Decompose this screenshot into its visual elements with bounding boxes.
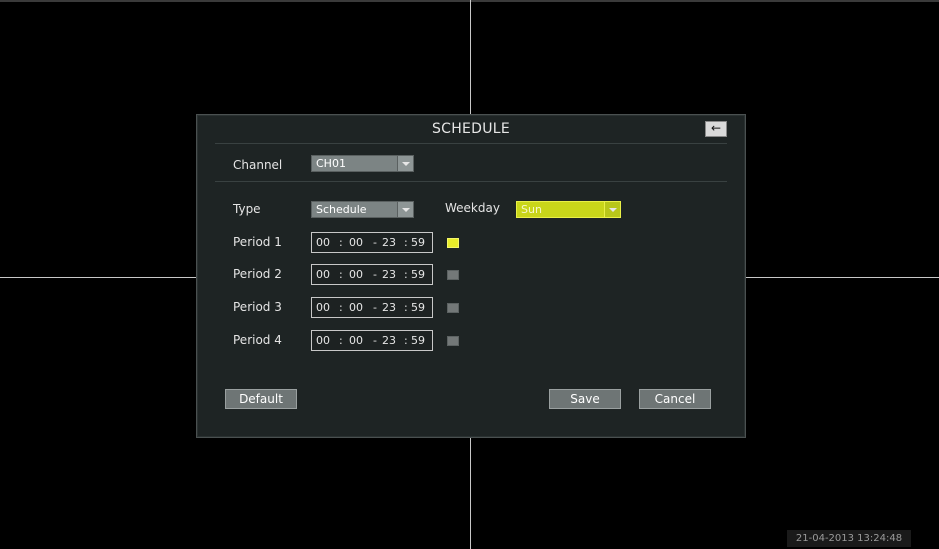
range-separator: - bbox=[373, 236, 377, 249]
range-separator: - bbox=[373, 334, 377, 347]
period-2-label: Period 2 bbox=[233, 267, 282, 281]
time-separator: : bbox=[404, 236, 408, 249]
chevron-down-icon bbox=[604, 202, 620, 217]
period-1-start-hour[interactable]: 00 bbox=[316, 233, 330, 252]
period-4-time-range[interactable]: 00 : 00 - 23 : 59 bbox=[311, 330, 433, 351]
type-select[interactable]: Schedule bbox=[311, 201, 414, 218]
period-1-end-hour[interactable]: 23 bbox=[382, 233, 396, 252]
arrow-left-icon: ← bbox=[710, 121, 722, 135]
time-separator: : bbox=[339, 268, 343, 281]
period-2-end-minute[interactable]: 59 bbox=[411, 265, 425, 284]
period-2-start-hour[interactable]: 00 bbox=[316, 265, 330, 284]
time-separator: : bbox=[339, 334, 343, 347]
period-1-start-minute[interactable]: 00 bbox=[349, 233, 363, 252]
period-1-time-range[interactable]: 00 : 00 - 23 : 59 bbox=[311, 232, 433, 253]
period-3-start-hour[interactable]: 00 bbox=[316, 298, 330, 317]
period-2-time-range[interactable]: 00 : 00 - 23 : 59 bbox=[311, 264, 433, 285]
period-3-time-range[interactable]: 00 : 00 - 23 : 59 bbox=[311, 297, 433, 318]
period-1-end-minute[interactable]: 59 bbox=[411, 233, 425, 252]
period-4-start-hour[interactable]: 00 bbox=[316, 331, 330, 350]
title-divider bbox=[215, 143, 727, 144]
period-3-start-minute[interactable]: 00 bbox=[349, 298, 363, 317]
back-button[interactable]: ← bbox=[705, 121, 727, 137]
period-4-label: Period 4 bbox=[233, 333, 282, 347]
cancel-button[interactable]: Cancel bbox=[639, 389, 711, 409]
period-4-end-hour[interactable]: 23 bbox=[382, 331, 396, 350]
type-label: Type bbox=[233, 202, 261, 216]
dialog-title: SCHEDULE bbox=[431, 121, 511, 137]
period-4-start-minute[interactable]: 00 bbox=[349, 331, 363, 350]
period-2-enable-checkbox[interactable] bbox=[447, 270, 459, 280]
weekday-label: Weekday bbox=[445, 201, 500, 215]
period-2-start-minute[interactable]: 00 bbox=[349, 265, 363, 284]
weekday-value: Sun bbox=[521, 203, 542, 216]
time-separator: : bbox=[404, 268, 408, 281]
default-button[interactable]: Default bbox=[225, 389, 297, 409]
period-3-label: Period 3 bbox=[233, 300, 282, 314]
time-separator: : bbox=[404, 334, 408, 347]
period-3-end-hour[interactable]: 23 bbox=[382, 298, 396, 317]
time-separator: : bbox=[404, 301, 408, 314]
period-4-enable-checkbox[interactable] bbox=[447, 336, 459, 346]
schedule-dialog: SCHEDULE ← Channel CH01 Type Schedule We… bbox=[196, 114, 746, 438]
chevron-down-icon bbox=[397, 156, 413, 171]
period-3-end-minute[interactable]: 59 bbox=[411, 298, 425, 317]
period-3-enable-checkbox[interactable] bbox=[447, 303, 459, 313]
chevron-down-icon bbox=[397, 202, 413, 217]
channel-select[interactable]: CH01 bbox=[311, 155, 414, 172]
period-2-end-hour[interactable]: 23 bbox=[382, 265, 396, 284]
section-divider bbox=[215, 181, 727, 182]
time-separator: : bbox=[339, 236, 343, 249]
save-button[interactable]: Save bbox=[549, 389, 621, 409]
weekday-select[interactable]: Sun bbox=[516, 201, 621, 218]
range-separator: - bbox=[373, 301, 377, 314]
period-4-end-minute[interactable]: 59 bbox=[411, 331, 425, 350]
period-1-label: Period 1 bbox=[233, 235, 282, 249]
channel-value: CH01 bbox=[316, 157, 346, 170]
datetime-display: 21-04-2013 13:24:48 bbox=[787, 530, 911, 547]
time-separator: : bbox=[339, 301, 343, 314]
period-1-enable-checkbox[interactable] bbox=[447, 238, 459, 248]
range-separator: - bbox=[373, 268, 377, 281]
type-value: Schedule bbox=[316, 203, 367, 216]
channel-label: Channel bbox=[233, 158, 283, 172]
